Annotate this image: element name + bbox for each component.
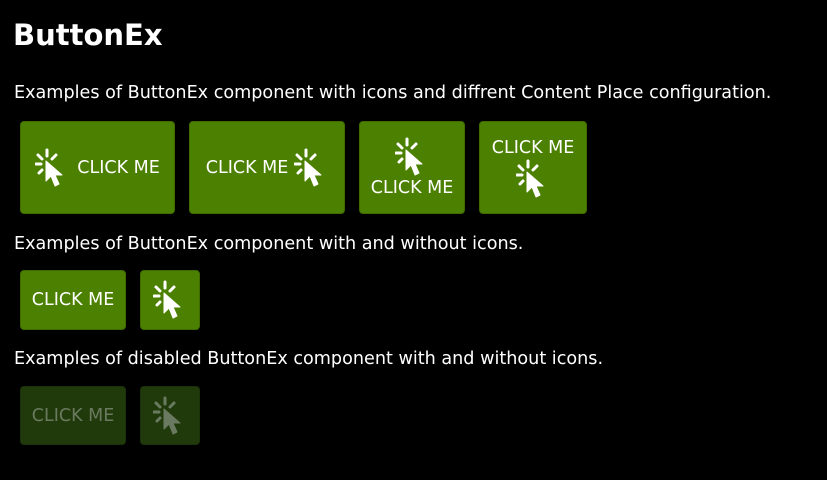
click-button-icon-only[interactable] [140,270,200,330]
click-button-disabled-icon-only [140,386,200,445]
section-description-with-without: Examples of ButtonEx component with and … [14,234,524,254]
button-label: CLICK ME [31,290,115,310]
click-me-button-icon-left[interactable]: CLICK ME [20,121,175,214]
section-description-disabled: Examples of disabled ButtonEx component … [14,349,604,369]
section-description-icons-places: Examples of ButtonEx component with icon… [14,83,772,103]
page-title: ButtonEx [13,18,163,52]
click-me-button-disabled-text-only: CLICK ME [20,386,126,445]
button-label: CLICK ME [491,137,575,158]
click-pointer-icon [294,148,328,188]
click-me-button-icon-bottom[interactable]: CLICK ME [479,121,587,214]
click-pointer-icon [153,396,187,436]
button-label: CLICK ME [205,157,289,178]
button-label: CLICK ME [31,405,115,426]
click-pointer-icon [35,148,69,188]
click-pointer-icon [153,280,187,320]
click-me-button-icon-right[interactable]: CLICK ME [189,121,345,214]
click-me-button-text-only[interactable]: CLICK ME [20,270,126,330]
button-label: CLICK ME [77,157,160,178]
click-pointer-icon [516,159,550,199]
click-me-button-icon-top[interactable]: CLICK ME [359,121,465,214]
click-pointer-icon [395,137,429,177]
button-label: CLICK ME [370,177,454,198]
